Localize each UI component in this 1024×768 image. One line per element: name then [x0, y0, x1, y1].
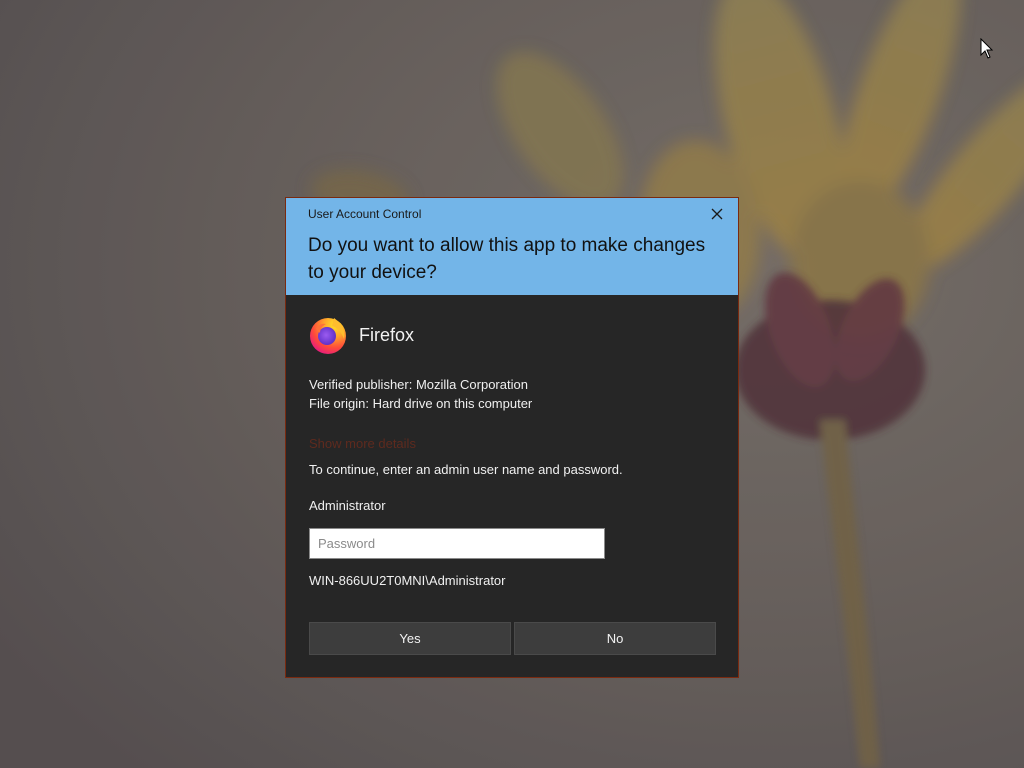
file-origin-text: File origin: Hard drive on this computer [309, 396, 533, 411]
app-name: Firefox [359, 324, 415, 345]
close-icon [711, 208, 723, 220]
yes-button[interactable]: Yes [309, 622, 511, 655]
dialog-question: Do you want to allow this app to make ch… [308, 235, 706, 283]
account-domain-text: WIN-866UU2T0MNI\Administrator [309, 573, 506, 588]
mouse-cursor-icon [980, 38, 994, 59]
no-button[interactable]: No [514, 622, 716, 655]
instruction-text: To continue, enter an admin user name an… [309, 462, 623, 477]
firefox-icon [310, 318, 346, 354]
desktop: User Account Control Do you want to allo… [0, 0, 1024, 768]
dialog-header: User Account Control Do you want to allo… [286, 198, 738, 295]
publisher-text: Verified publisher: Mozilla Corporation [309, 377, 528, 392]
dialog-title: User Account Control [308, 207, 422, 221]
close-button[interactable] [706, 204, 728, 224]
password-input[interactable] [309, 528, 605, 559]
uac-dialog: User Account Control Do you want to allo… [285, 197, 739, 678]
show-more-details-link[interactable]: Show more details [309, 436, 416, 451]
username-label: Administrator [309, 498, 386, 513]
app-info-row: Firefox [308, 315, 414, 355]
